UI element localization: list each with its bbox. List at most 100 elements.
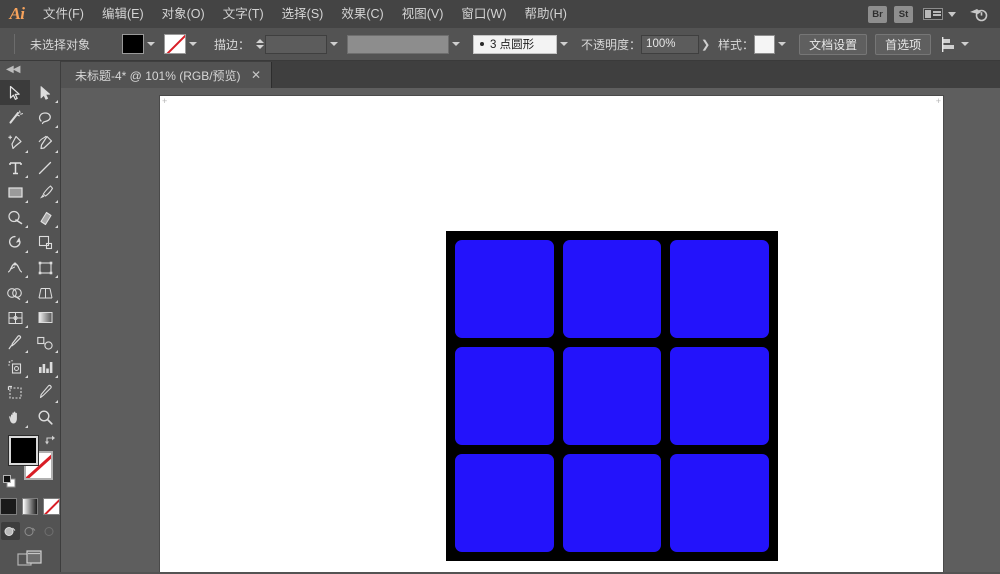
gradient-mode-button[interactable] [21, 498, 39, 515]
shape-builder-tool[interactable] [0, 280, 30, 305]
draw-normal-button[interactable] [0, 522, 20, 540]
grid-cell-1-2[interactable] [562, 240, 662, 338]
rectangle-tool[interactable] [0, 180, 30, 205]
column-graph-tool[interactable] [30, 355, 60, 380]
paintbrush-tool[interactable] [30, 180, 60, 205]
canvas-area[interactable]: + + [61, 88, 1000, 572]
align-chevron-down-icon[interactable] [958, 34, 972, 54]
fill-stroke-controls [0, 434, 61, 496]
menu-window[interactable]: 窗口(W) [452, 0, 515, 28]
tool-flyout-indicator [54, 199, 58, 203]
free-transform-tool[interactable] [30, 255, 60, 280]
stroke-weight-stepper[interactable] [254, 34, 265, 54]
menu-help[interactable]: 帮助(H) [516, 0, 576, 28]
width-tool[interactable] [0, 255, 30, 280]
magic-wand-tool[interactable] [0, 105, 30, 130]
grid-cell-3-1[interactable] [455, 454, 554, 552]
artboard[interactable]: + + [160, 96, 943, 572]
opacity-label: 不透明度： [581, 37, 642, 52]
close-icon[interactable]: ✕ [251, 69, 262, 81]
opacity-input[interactable]: 100% [641, 34, 700, 54]
scale-tool[interactable] [30, 230, 60, 255]
menu-object[interactable]: 对象(O) [153, 0, 214, 28]
eyedropper-tool[interactable] [0, 330, 30, 355]
symbol-sprayer-tool[interactable] [0, 355, 30, 380]
menu-file[interactable]: 文件(F) [34, 0, 93, 28]
tool-grid [0, 80, 60, 430]
type-tool[interactable] [0, 155, 30, 180]
draw-behind-button[interactable] [21, 522, 40, 540]
none-mode-button[interactable] [43, 498, 61, 515]
color-mode-row [0, 498, 61, 515]
color-mode-button[interactable] [0, 498, 17, 515]
document-tab[interactable]: 未标题-4* @ 101% (RGB/预览) ✕ [61, 62, 272, 88]
graphic-style-swatch[interactable] [754, 34, 776, 54]
fill-color-swatch[interactable] [8, 435, 39, 466]
brush-definition-value: 3 点圆形 [490, 39, 535, 51]
direct-selection-tool[interactable] [30, 80, 60, 105]
stroke-weight-input[interactable] [265, 34, 328, 54]
artboard-tool[interactable] [0, 380, 30, 405]
gradient-tool[interactable] [30, 305, 60, 330]
grid-cell-2-1[interactable] [455, 347, 554, 445]
brush-chevron-down-icon[interactable] [557, 34, 571, 54]
opacity-expand-icon[interactable]: ❯ [699, 34, 712, 54]
preferences-button[interactable]: 首选项 [875, 33, 932, 55]
stroke-color-control[interactable] [164, 34, 200, 54]
tool-flyout-indicator [54, 174, 58, 178]
slice-tool[interactable] [30, 380, 60, 405]
tools-panel-collapse-icon[interactable]: ◀◀ [0, 61, 60, 78]
fill-swatch[interactable] [122, 34, 145, 54]
menu-type[interactable]: 文字(T) [214, 0, 273, 28]
menu-select[interactable]: 选择(S) [273, 0, 333, 28]
pen-tool[interactable] [0, 130, 30, 155]
rounded-square-grid[interactable] [446, 231, 778, 561]
tool-flyout-indicator [54, 349, 58, 353]
grid-cell-2-2[interactable] [562, 347, 662, 445]
workspace-switcher[interactable] [920, 8, 959, 20]
grid-cell-2-3[interactable] [670, 347, 769, 445]
selection-tool[interactable] [0, 80, 30, 105]
document-setup-button[interactable]: 文档设置 [799, 33, 868, 55]
eraser-tool[interactable] [30, 205, 60, 230]
fill-color-control[interactable] [122, 34, 158, 54]
stroke-chevron-down-icon[interactable] [186, 34, 200, 54]
menu-view[interactable]: 视图(V) [393, 0, 453, 28]
artboard-corner-mark-tr: + [935, 96, 941, 106]
lasso-tool[interactable] [30, 105, 60, 130]
screen-mode-button[interactable] [17, 550, 43, 574]
grid-cell-1-1[interactable] [455, 240, 554, 338]
stroke-swatch-none-icon[interactable] [164, 34, 187, 54]
perspective-grid-tool[interactable] [30, 280, 60, 305]
menu-edit[interactable]: 编辑(E) [93, 0, 153, 28]
mesh-tool[interactable] [0, 305, 30, 330]
curvature-tool[interactable] [30, 130, 60, 155]
tool-flyout-indicator [54, 399, 58, 403]
zoom-tool[interactable] [30, 405, 60, 430]
brush-definition-select[interactable]: 3 点圆形 [473, 34, 558, 54]
grid-cell-3-2[interactable] [562, 454, 662, 552]
stroke-profile-select[interactable] [347, 34, 450, 54]
tool-flyout-indicator [54, 374, 58, 378]
stock-icon[interactable]: St [894, 5, 913, 23]
default-fill-stroke-icon[interactable] [3, 475, 16, 488]
search-adobe-stock-icon[interactable] [966, 4, 990, 24]
artboard-corner-mark-tl: + [162, 96, 168, 106]
grid-cell-3-3[interactable] [670, 454, 769, 552]
fill-chevron-down-icon[interactable] [144, 34, 158, 54]
tool-flyout-indicator [54, 224, 58, 228]
draw-inside-button[interactable] [41, 522, 60, 540]
align-objects-icon[interactable] [941, 36, 958, 53]
line-segment-tool[interactable] [30, 155, 60, 180]
shaper-tool[interactable] [0, 205, 30, 230]
menu-effect[interactable]: 效果(C) [332, 0, 392, 28]
rotate-tool[interactable] [0, 230, 30, 255]
bridge-icon[interactable]: Br [868, 5, 887, 23]
blend-tool[interactable] [30, 330, 60, 355]
stroke-profile-chevron-down-icon[interactable] [449, 34, 463, 54]
grid-cell-1-3[interactable] [670, 240, 769, 338]
style-chevron-down-icon[interactable] [775, 34, 789, 54]
hand-tool[interactable] [0, 405, 30, 430]
stroke-weight-chevron-down-icon[interactable] [327, 34, 341, 54]
swap-fill-stroke-icon[interactable] [44, 434, 57, 447]
